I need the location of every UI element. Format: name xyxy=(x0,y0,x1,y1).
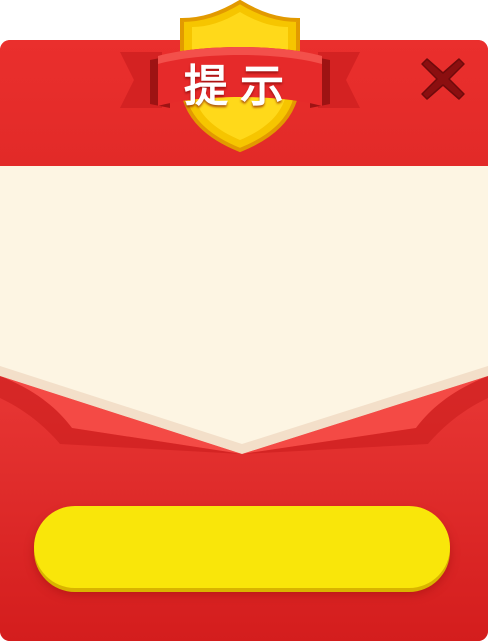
dialog-title: 提示 xyxy=(184,61,296,112)
prompt-dialog-stage: 提示 xyxy=(0,0,488,641)
confirm-button[interactable] xyxy=(34,506,450,588)
